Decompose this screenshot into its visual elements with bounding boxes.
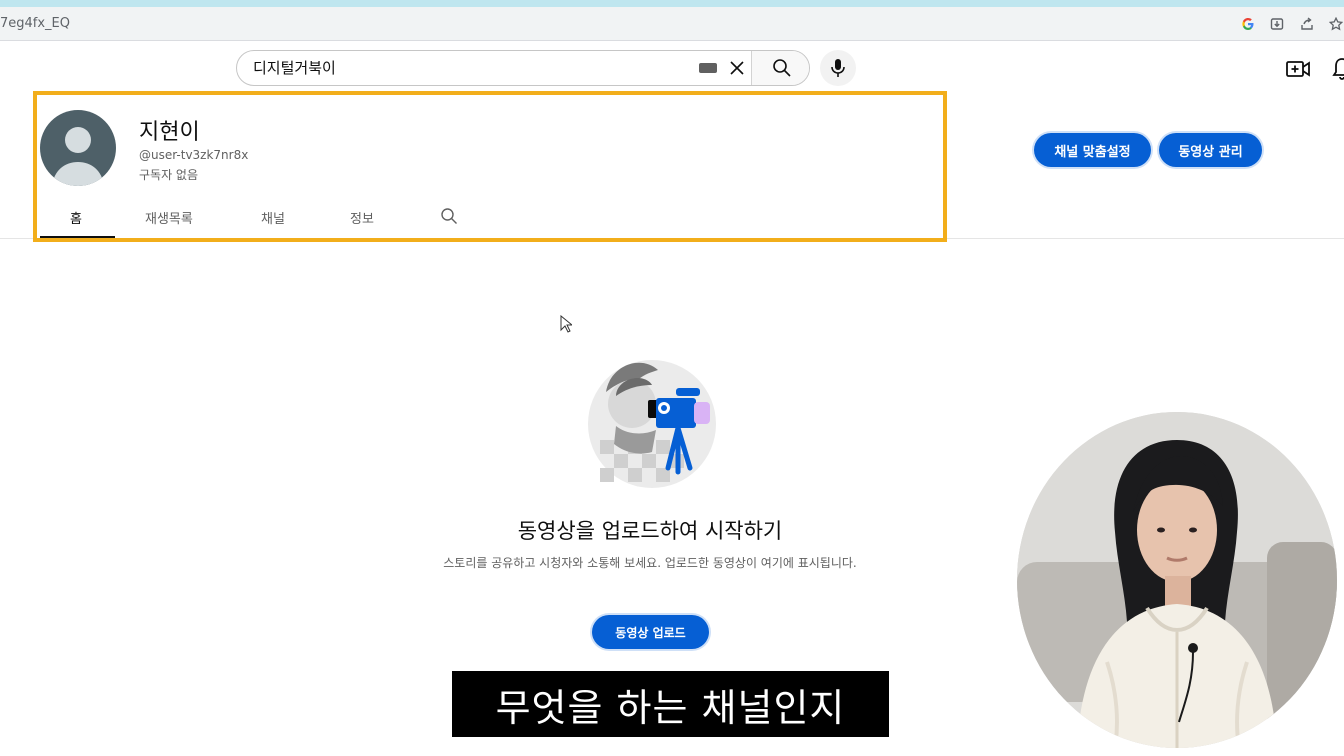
mic-icon [831, 59, 845, 77]
install-icon[interactable] [1269, 16, 1285, 32]
search-button[interactable] [751, 51, 809, 85]
voice-search-button[interactable] [820, 50, 856, 86]
video-subtitle: 무엇을 하는 채널인지 [452, 671, 889, 737]
browser-top-strip [0, 0, 1344, 7]
google-icon[interactable] [1240, 16, 1256, 32]
search-input[interactable] [253, 51, 673, 85]
star-icon[interactable] [1328, 16, 1344, 32]
upload-video-button[interactable]: 동영상 업로드 [592, 615, 709, 649]
share-icon[interactable] [1299, 16, 1315, 32]
empty-state-description: 스토리를 공유하고 시청자와 소통해 보세요. 업로드한 동영상이 여기에 표시… [443, 556, 857, 570]
create-video-icon[interactable] [1285, 56, 1311, 82]
customize-channel-button[interactable]: 채널 맞춤설정 [1034, 133, 1151, 167]
address-bar[interactable]: 7eg4fx_EQ [0, 7, 1344, 41]
search-box[interactable] [236, 50, 810, 86]
camera-person-illustration [588, 360, 716, 488]
mouse-cursor-icon [560, 315, 572, 333]
clear-icon[interactable] [727, 58, 747, 78]
highlight-box [33, 91, 947, 242]
manage-videos-button[interactable]: 동영상 관리 [1159, 133, 1262, 167]
bell-icon[interactable] [1332, 56, 1344, 82]
presenter-image [1017, 412, 1337, 748]
keyboard-icon[interactable] [699, 63, 717, 73]
search-icon [773, 59, 791, 77]
webcam-overlay [1017, 412, 1337, 748]
url-text[interactable]: 7eg4fx_EQ [0, 16, 70, 31]
